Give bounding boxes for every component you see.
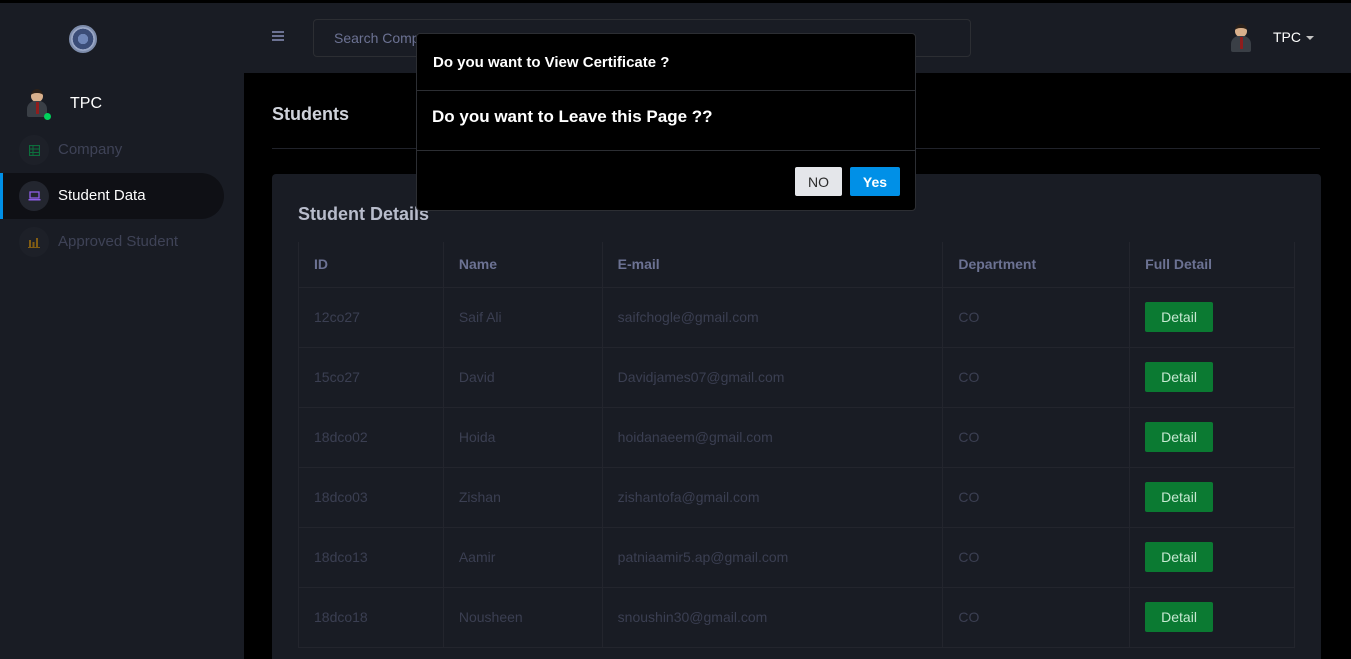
brand xyxy=(0,3,244,73)
table-row: 18dco13 Aamir patniaamir5.ap@gmail.com C… xyxy=(298,527,1295,588)
menu-toggle-icon[interactable] xyxy=(272,31,284,41)
column-header-department: Department xyxy=(942,242,1131,288)
sidebar-item-label: Company xyxy=(58,141,123,158)
sidebar-item-company[interactable]: Company xyxy=(0,127,224,173)
cell-name: Aamir xyxy=(442,527,603,588)
cell-action: Detail xyxy=(1129,287,1295,348)
cell-id: 15co27 xyxy=(298,347,444,408)
dialog-title: Do you want to View Certificate ? xyxy=(433,54,670,71)
chevron-down-icon[interactable] xyxy=(1306,36,1314,40)
detail-button[interactable]: Detail xyxy=(1145,602,1213,632)
dialog-header: Do you want to View Certificate ? xyxy=(417,34,915,91)
cell-email: saifchogle@gmail.com xyxy=(601,287,944,348)
sidebar-item-label: Approved Student xyxy=(58,233,179,250)
cell-department: CO xyxy=(942,527,1131,588)
detail-button[interactable]: Detail xyxy=(1145,362,1213,392)
cell-email: snoushin30@gmail.com xyxy=(601,587,944,648)
cell-name: Hoida xyxy=(442,407,603,468)
detail-button[interactable]: Detail xyxy=(1145,482,1213,512)
column-header-full-detail: Full Detail xyxy=(1129,242,1295,288)
bar-chart-icon xyxy=(19,227,49,257)
avatar xyxy=(22,87,52,120)
column-header-name: Name xyxy=(442,242,603,288)
detail-button[interactable]: Detail xyxy=(1145,302,1213,332)
cell-id: 18dco02 xyxy=(298,407,444,468)
page-title: Students xyxy=(272,104,350,124)
cell-email: hoidanaeem@gmail.com xyxy=(601,407,944,468)
cell-action: Detail xyxy=(1129,587,1295,648)
user-avatar[interactable] xyxy=(1226,22,1256,54)
cell-id: 12co27 xyxy=(298,287,444,348)
cell-department: CO xyxy=(942,347,1131,408)
cell-id: 18dco13 xyxy=(298,527,444,588)
table-header-row: ID Name E-mail Department Full Detail xyxy=(298,242,1295,288)
profile-name: TPC xyxy=(70,95,102,112)
table-row: 18dco02 Hoida hoidanaeem@gmail.com CO De… xyxy=(298,407,1295,468)
column-header-email: E-mail xyxy=(601,242,944,288)
sidebar-item-label: Student Data xyxy=(58,187,146,204)
table-row: 15co27 David Davidjames07@gmail.com CO D… xyxy=(298,347,1295,408)
card-title: Student Details xyxy=(298,204,430,224)
college-logo-icon[interactable] xyxy=(69,25,97,53)
cell-department: CO xyxy=(942,407,1131,468)
no-button[interactable]: NO xyxy=(795,167,842,196)
cell-action: Detail xyxy=(1129,407,1295,468)
sidebar-profile: TPC xyxy=(22,87,232,121)
cell-action: Detail xyxy=(1129,527,1295,588)
sidebar-item-student-data[interactable]: Student Data xyxy=(0,173,224,219)
column-header-id: ID xyxy=(298,242,444,288)
detail-button[interactable]: Detail xyxy=(1145,422,1213,452)
cell-name: Zishan xyxy=(442,467,603,528)
cell-department: CO xyxy=(942,287,1131,348)
detail-button[interactable]: Detail xyxy=(1145,542,1213,572)
sidebar: TPC Company Student Data Approved Studen… xyxy=(0,3,244,659)
yes-button[interactable]: Yes xyxy=(850,167,900,196)
sidebar-item-approved-student[interactable]: Approved Student xyxy=(0,219,224,265)
table-row: 12co27 Saif Ali saifchogle@gmail.com CO … xyxy=(298,287,1295,348)
user-menu-name[interactable]: TPC xyxy=(1273,29,1301,45)
table-icon xyxy=(19,135,49,165)
students-table: ID Name E-mail Department Full Detail 12… xyxy=(298,242,1295,648)
cell-name: Saif Ali xyxy=(442,287,603,348)
cell-action: Detail xyxy=(1129,347,1295,408)
laptop-icon xyxy=(19,181,49,211)
table-row: 18dco03 Zishan zishantofa@gmail.com CO D… xyxy=(298,467,1295,528)
cell-email: patniaamir5.ap@gmail.com xyxy=(601,527,944,588)
cell-name: Nousheen xyxy=(442,587,603,648)
dialog-message: Do you want to Leave this Page ?? xyxy=(432,107,713,126)
cell-name: David xyxy=(442,347,603,408)
cell-email: Davidjames07@gmail.com xyxy=(601,347,944,408)
table-row: 18dco18 Nousheen snoushin30@gmail.com CO… xyxy=(298,587,1295,648)
cell-email: zishantofa@gmail.com xyxy=(601,467,944,528)
app-root: TPC Company Student Data Approved Studen… xyxy=(0,3,1351,659)
student-details-card: Student Details ID Name E-mail Departmen… xyxy=(272,174,1321,659)
dialog-body: Do you want to Leave this Page ?? xyxy=(417,91,915,151)
confirm-dialog: Do you want to View Certificate ? Do you… xyxy=(416,33,916,211)
cell-id: 18dco18 xyxy=(298,587,444,648)
cell-department: CO xyxy=(942,587,1131,648)
cell-action: Detail xyxy=(1129,467,1295,528)
online-status-icon xyxy=(44,113,51,120)
cell-department: CO xyxy=(942,467,1131,528)
cell-id: 18dco03 xyxy=(298,467,444,528)
